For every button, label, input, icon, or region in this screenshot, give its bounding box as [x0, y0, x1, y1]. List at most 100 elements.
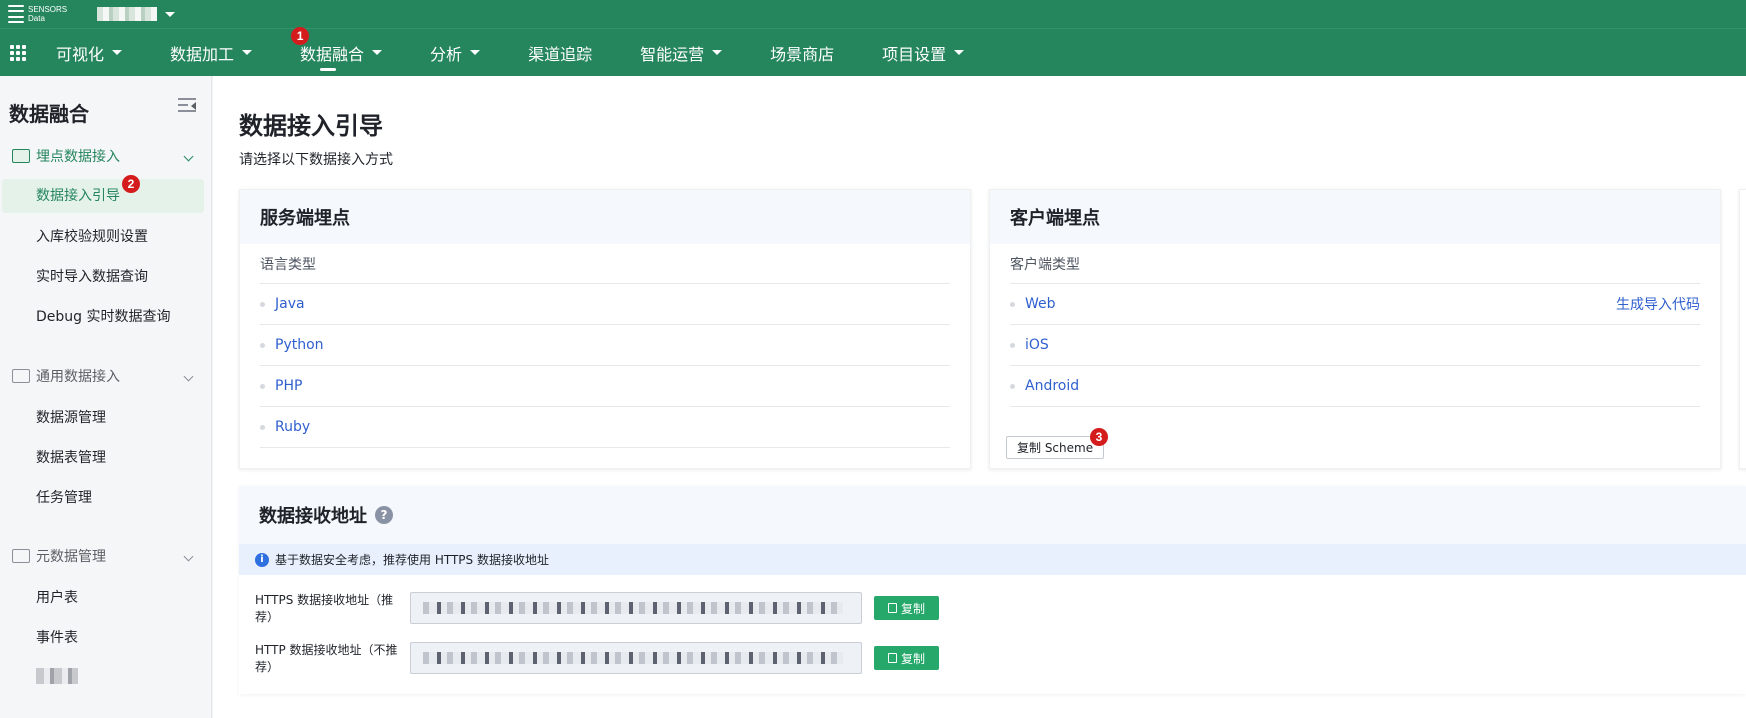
- metadata-icon: [12, 549, 30, 563]
- help-icon[interactable]: ?: [375, 506, 393, 524]
- link-python[interactable]: Python: [275, 337, 324, 353]
- chevron-down-icon: [165, 11, 176, 17]
- bullet-icon: [1010, 301, 1015, 307]
- redacted-label: [36, 668, 78, 684]
- sidebar-group-tracking-data[interactable]: 埋点数据接入: [12, 146, 196, 166]
- page-title: 数据接入引导: [239, 112, 383, 140]
- data-source-icon: [12, 369, 30, 383]
- sidebar-item-user-table[interactable]: 用户表: [36, 587, 78, 607]
- link-android[interactable]: Android: [1025, 378, 1079, 394]
- nav-channel-tracking[interactable]: 渠道追踪: [528, 29, 592, 77]
- chevron-down-icon: [242, 50, 253, 55]
- bullet-icon: [1010, 342, 1015, 348]
- bullet-icon: [1010, 383, 1015, 389]
- info-text: 基于数据安全考虑，推荐使用 HTTPS 数据接收地址: [275, 553, 549, 567]
- nav-project-settings[interactable]: 项目设置: [882, 29, 965, 77]
- nav-smart-operations[interactable]: 智能运营: [640, 29, 723, 77]
- nav-scene-store[interactable]: 场景商店: [770, 29, 834, 77]
- redacted-url: [423, 652, 843, 664]
- http-address-field[interactable]: [410, 642, 862, 674]
- list-item: iOS: [1010, 325, 1700, 366]
- redacted-url: [423, 602, 843, 614]
- list-item: Ruby: [260, 407, 950, 448]
- copy-https-button[interactable]: 复制: [874, 596, 939, 620]
- link-php[interactable]: PHP: [275, 378, 302, 394]
- sidebar-item-data-source[interactable]: 数据源管理: [36, 407, 106, 427]
- chevron-down-icon: [183, 551, 194, 561]
- nav-data-fusion[interactable]: 数据融合 1: [291, 26, 383, 77]
- https-address-field[interactable]: [410, 592, 862, 624]
- logo-text-line1: SENSORS: [28, 5, 68, 14]
- info-banner: i 基于数据安全考虑，推荐使用 HTTPS 数据接收地址: [239, 544, 1746, 575]
- link-ios[interactable]: iOS: [1025, 337, 1049, 353]
- page-subtitle: 请选择以下数据接入方式: [239, 152, 393, 168]
- sidebar-item-data-table[interactable]: 数据表管理: [36, 447, 106, 467]
- sidebar: 数据融合 埋点数据接入 数据接入引导 2 入库校验规则设置 实时导入数据查询 D…: [0, 76, 212, 718]
- https-address-row: HTTPS 数据接收地址（推荐） 复制: [239, 591, 939, 625]
- list-item: Android: [1010, 366, 1700, 407]
- card-title: 数据接收地址: [259, 506, 367, 527]
- card-subtitle: 语言类型: [260, 244, 950, 284]
- sensors-data-logo[interactable]: SENSORS Data: [8, 5, 67, 23]
- nav-data-processing[interactable]: 数据加工: [170, 29, 253, 77]
- bullet-icon: [260, 424, 265, 430]
- project-name-redacted: [97, 7, 158, 21]
- chevron-down-icon: [183, 371, 194, 381]
- https-address-label: HTTPS 数据接收地址（推荐）: [255, 593, 394, 624]
- sidebar-group-metadata[interactable]: 元数据管理: [12, 546, 196, 566]
- chevron-down-icon: [183, 151, 194, 161]
- data-receive-address-card: 数据接收地址 ? i 基于数据安全考虑，推荐使用 HTTPS 数据接收地址 HT…: [239, 486, 1746, 694]
- chevron-down-icon: [372, 50, 383, 55]
- annotation-badge-2: 2: [122, 175, 140, 193]
- copy-icon: [887, 653, 897, 663]
- bullet-icon: [260, 342, 265, 348]
- server-tracking-card: 服务端埋点 语言类型 Java Python PHP Ruby: [239, 189, 971, 469]
- collapse-sidebar-icon[interactable]: [178, 98, 196, 114]
- sidebar-item-redacted[interactable]: [36, 668, 78, 688]
- list-item: Java: [260, 284, 950, 325]
- card-title: 服务端埋点: [240, 190, 970, 244]
- bullet-icon: [260, 301, 265, 307]
- client-tracking-card: 客户端埋点 客户端类型 Web 生成导入代码 iOS Android 复制 Sc…: [989, 189, 1721, 469]
- copy-http-button[interactable]: 复制: [874, 646, 939, 670]
- app-grid-icon[interactable]: [10, 44, 26, 61]
- http-address-label: HTTP 数据接收地址（不推荐）: [255, 643, 398, 674]
- card-subtitle: 客户端类型: [1010, 244, 1700, 284]
- chevron-down-icon: [954, 50, 965, 55]
- generate-code-link[interactable]: 生成导入代码: [1616, 294, 1700, 314]
- project-switcher[interactable]: [97, 7, 176, 21]
- main-nav: 可视化 数据加工 数据融合 1 分析 渠道追踪 智能运营 场景商店 项目设置: [0, 26, 1746, 77]
- link-web[interactable]: Web: [1025, 296, 1056, 312]
- partial-card: [1739, 189, 1746, 469]
- sidebar-item-validation-rules[interactable]: 入库校验规则设置: [36, 226, 148, 246]
- info-icon: i: [255, 552, 269, 567]
- bullet-icon: [260, 383, 265, 389]
- sidebar-item-realtime-import-query[interactable]: 实时导入数据查询: [36, 266, 148, 286]
- logo-text-line2: Data: [28, 14, 45, 23]
- link-java[interactable]: Java: [275, 296, 305, 312]
- top-bar: SENSORS Data: [0, 0, 1746, 28]
- data-import-icon: [12, 149, 30, 163]
- card-title: 客户端埋点: [990, 190, 1720, 244]
- list-item: Python: [260, 325, 950, 366]
- annotation-badge-1: 1: [291, 26, 310, 45]
- sidebar-item-task-management[interactable]: 任务管理: [36, 487, 92, 507]
- chevron-down-icon: [712, 50, 723, 55]
- sidebar-title: 数据融合: [9, 102, 89, 126]
- list-item: PHP: [260, 366, 950, 407]
- sidebar-item-debug-query[interactable]: Debug 实时数据查询: [36, 306, 171, 326]
- http-address-row: HTTP 数据接收地址（不推荐） 复制: [239, 641, 939, 675]
- copy-icon: [887, 603, 897, 613]
- annotation-badge-3: 3: [1090, 428, 1108, 446]
- link-ruby[interactable]: Ruby: [275, 419, 310, 435]
- sidebar-item-event-table[interactable]: 事件表: [36, 627, 78, 647]
- list-item: Web 生成导入代码: [1010, 284, 1700, 325]
- logo-icon: [8, 5, 24, 23]
- main-content: 数据接入引导 请选择以下数据接入方式 服务端埋点 语言类型 Java Pytho…: [213, 76, 1746, 718]
- nav-analysis[interactable]: 分析: [430, 29, 481, 77]
- sidebar-item-data-access-guide[interactable]: 数据接入引导 2: [2, 175, 204, 213]
- chevron-down-icon: [470, 50, 481, 55]
- nav-visualization[interactable]: 可视化: [56, 29, 123, 77]
- sidebar-group-general-data[interactable]: 通用数据接入: [12, 366, 196, 386]
- chevron-down-icon: [112, 50, 123, 55]
